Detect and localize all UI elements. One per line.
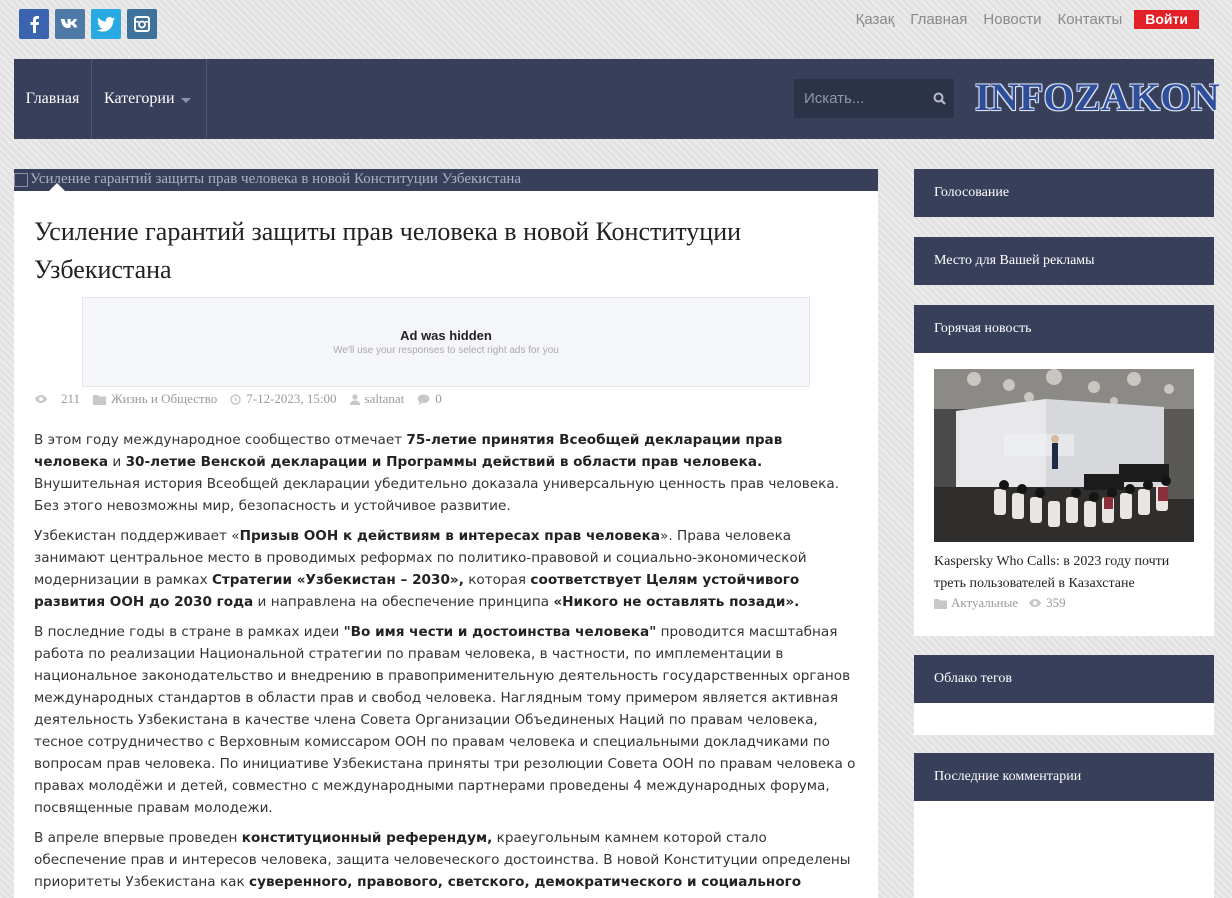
publish-date: 7-12-2023, 15:00 <box>230 391 337 407</box>
eye-icon <box>35 395 47 403</box>
bold-text: конституционный референдум, <box>241 830 493 846</box>
hot-news-title[interactable]: Kaspersky Who Calls: в 2023 году почти т… <box>934 551 1194 595</box>
search-box <box>794 79 954 118</box>
text-segment: В последние годы в стране в рамках идеи <box>34 624 344 640</box>
text-segment: В этом году международное сообщество отм… <box>34 432 407 448</box>
text-segment: проводится масштабная работа по реализац… <box>34 624 856 816</box>
conference-photo <box>934 369 1194 542</box>
ad-heading: Ad was hidden <box>400 328 492 343</box>
nav-item-categories[interactable]: Категории <box>91 59 207 139</box>
article-paragraph: В последние годы в стране в рамках идеи … <box>34 621 860 819</box>
facebook-icon[interactable] <box>19 9 49 39</box>
site-logo[interactable]: INFOZAKON <box>975 75 1220 121</box>
social-links <box>19 9 157 39</box>
hot-news-views: 359 <box>1028 595 1066 611</box>
ad-placeholder[interactable]: Ad was hidden We'll use your responses t… <box>82 297 810 387</box>
comment-icon <box>417 394 430 405</box>
home-link[interactable]: Главная <box>910 11 967 28</box>
bold-text: 30-летие Венской декларации и Программы … <box>125 454 763 470</box>
text-segment: Внушительная история Всеобщей декларации… <box>34 476 840 514</box>
hot-news-meta: Актуальные 359 <box>934 595 1076 611</box>
widget-tags <box>914 703 1214 735</box>
comments-count[interactable]: 0 <box>417 391 442 407</box>
nav-categories-label: Категории <box>104 90 175 107</box>
login-button[interactable]: Войти <box>1134 10 1199 29</box>
search-icon <box>933 92 946 105</box>
article-title: Усиление гарантий защиты прав человека в… <box>34 217 742 284</box>
news-link[interactable]: Новости <box>983 11 1041 28</box>
search-button[interactable] <box>924 92 954 105</box>
hot-news-image[interactable] <box>934 369 1194 542</box>
widget-hot-news: Kaspersky Who Calls: в 2023 году почти т… <box>914 353 1214 636</box>
article-meta: 211 Жизнь и Общество 7-12-2023, 15:00 sa… <box>34 391 455 407</box>
article-paragraph: Узбекистан поддерживает «Призыв ООН к де… <box>34 525 860 613</box>
instagram-icon[interactable] <box>127 9 157 39</box>
views-count: 211 <box>34 391 80 407</box>
twitter-icon[interactable] <box>91 9 121 39</box>
widget-hot-news-header[interactable]: Горячая новость <box>914 305 1214 353</box>
folder-icon <box>934 598 947 609</box>
contacts-link[interactable]: Контакты <box>1057 11 1122 28</box>
text-segment: которая <box>463 572 531 588</box>
article-body: В этом году международное сообщество отм… <box>34 429 860 898</box>
article-paragraph: В апреле впервые проведен конституционны… <box>34 827 860 898</box>
text-segment: В апреле впервые проведен <box>34 830 242 846</box>
folder-icon <box>93 394 107 405</box>
vk-icon[interactable] <box>55 9 85 39</box>
bold-text: Стратегии «Узбекистан – 2030», <box>211 572 464 588</box>
user-icon <box>349 393 360 405</box>
text-segment: и направлена на обеспечение принципа <box>253 594 554 610</box>
main-nav: Главная Категории INFOZAKON <box>14 59 1220 139</box>
bold-text: Призыв ООН к действиям в интересах прав … <box>239 528 661 544</box>
image-notch <box>49 183 65 191</box>
search-input[interactable] <box>794 89 924 108</box>
widget-voting-header[interactable]: Голосование <box>914 169 1214 217</box>
lang-kazakh-link[interactable]: Қазақ <box>856 11 895 28</box>
widget-comments-header[interactable]: Последние комментарии <box>914 753 1214 801</box>
category-link[interactable]: Жизнь и Общество <box>93 391 217 407</box>
widget-ads-header[interactable]: Место для Вашей рекламы <box>914 237 1214 285</box>
eye-icon <box>1029 599 1042 607</box>
ad-subtext: We'll use your responses to select right… <box>333 345 559 356</box>
article-image: Усиление гарантий защиты прав человека в… <box>14 169 878 191</box>
widget-comments <box>914 801 1214 898</box>
clock-icon <box>230 393 241 405</box>
bold-text: «Никого не оставлять позади». <box>553 594 800 610</box>
nav-item-home[interactable]: Главная <box>14 59 92 139</box>
top-links: Қазақ Главная Новости Контакты Войти <box>856 10 1199 29</box>
broken-image-icon <box>14 172 28 187</box>
article: Усиление гарантий защиты прав человека в… <box>14 169 878 898</box>
hot-news-category[interactable]: Актуальные <box>934 595 1018 611</box>
widget-tags-header[interactable]: Облако тегов <box>914 655 1214 703</box>
chevron-down-icon <box>180 97 191 103</box>
text-segment: Узбекистан поддерживает « <box>34 528 240 544</box>
text-segment: и <box>108 454 126 470</box>
author-link[interactable]: saltanat <box>349 391 404 407</box>
bold-text: "Во имя чести и достоинства человека" <box>343 624 657 640</box>
article-image-alt: Усиление гарантий защиты прав человека в… <box>14 171 521 188</box>
article-paragraph: В этом году международное сообщество отм… <box>34 429 860 517</box>
